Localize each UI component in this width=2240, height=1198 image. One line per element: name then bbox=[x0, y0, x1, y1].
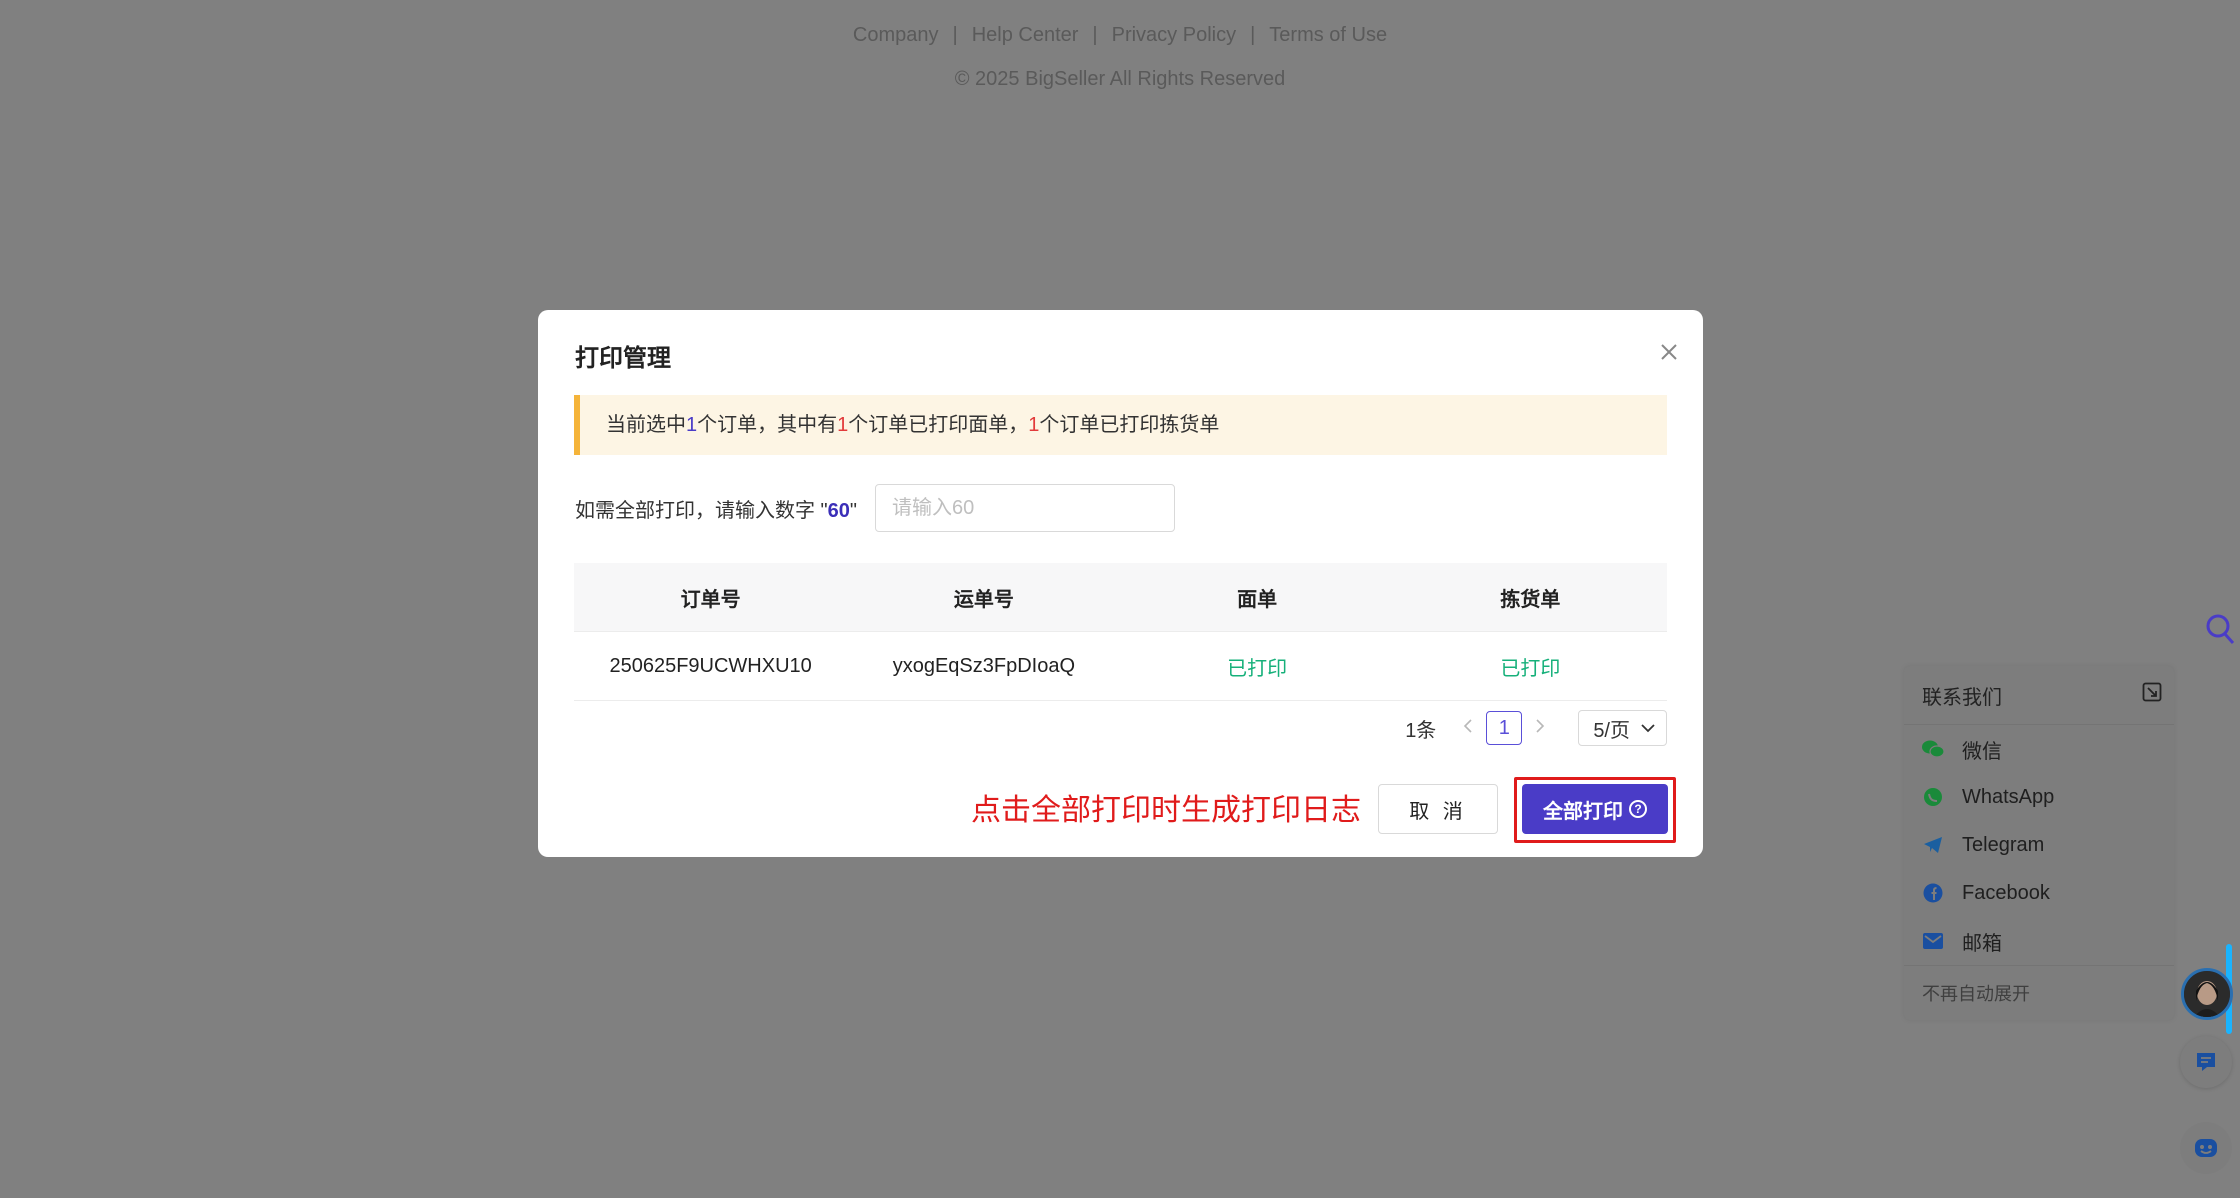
notice-text: 当前选中 bbox=[606, 414, 686, 436]
contact-item-wechat[interactable]: 微信 bbox=[1904, 725, 2174, 773]
column-header-waybill: 面单 bbox=[1237, 588, 1278, 611]
confirm-label-suffix: " bbox=[849, 499, 858, 522]
footer-separator: | bbox=[1092, 24, 1098, 46]
column-header-tracking-no: 运单号 bbox=[953, 588, 1014, 611]
contact-header: 联系我们 bbox=[1904, 666, 2174, 725]
confirm-label: 如需全部打印，请输入数字 "60" bbox=[575, 494, 857, 523]
contact-panel: 联系我们 微信 WhatsApp Telegram Facebook 邮箱 不再… bbox=[1904, 666, 2174, 1020]
print-all-label: 全部打印 bbox=[1543, 800, 1623, 823]
waybill-status: 已打印 bbox=[1227, 657, 1288, 680]
contact-item-email[interactable]: 邮箱 bbox=[1904, 917, 2174, 965]
contact-item-telegram[interactable]: Telegram bbox=[1904, 821, 2174, 869]
collapse-icon[interactable] bbox=[2142, 682, 2162, 708]
support-agent-avatar[interactable] bbox=[2181, 968, 2233, 1020]
notice-text: 个订单，其中有 bbox=[697, 414, 838, 436]
notice-picking-count: 1 bbox=[1028, 414, 1040, 436]
mail-icon bbox=[1922, 930, 1944, 952]
pagination: 1条 1 5/页 bbox=[1405, 710, 1667, 746]
chevron-right-icon[interactable] bbox=[1526, 717, 1554, 740]
contact-label: Telegram bbox=[1962, 833, 2045, 856]
notice-text: 个订单已打印面单， bbox=[848, 414, 1029, 436]
search-icon[interactable] bbox=[2205, 612, 2235, 646]
footer-link-privacy-policy[interactable]: Privacy Policy bbox=[1112, 24, 1236, 46]
telegram-icon bbox=[1922, 834, 1944, 856]
tracking-no-cell: yxogEqSz3FpDIoaQ bbox=[892, 654, 1076, 677]
picking-status: 已打印 bbox=[1500, 657, 1561, 680]
page-number-current[interactable]: 1 bbox=[1486, 711, 1523, 745]
column-header-order-no: 订单号 bbox=[680, 588, 741, 611]
pagination-total: 1条 bbox=[1405, 719, 1437, 742]
contact-label: 邮箱 bbox=[1962, 932, 2002, 955]
notice-text: 个订单已打印拣货单 bbox=[1039, 414, 1220, 436]
footer-link-terms-of-use[interactable]: Terms of Use bbox=[1269, 24, 1387, 46]
footer-link-help-center[interactable]: Help Center bbox=[972, 24, 1079, 46]
contact-label: WhatsApp bbox=[1962, 785, 2055, 808]
orders-table: 订单号 运单号 面单 拣货单 250625F9UCWHXU10 yxogEqSz… bbox=[574, 563, 1667, 701]
contact-label: 微信 bbox=[1962, 740, 2002, 763]
contact-label: Facebook bbox=[1962, 881, 2050, 904]
confirm-number-input[interactable] bbox=[875, 484, 1176, 532]
wechat-icon bbox=[1922, 738, 1944, 760]
footer-separator: | bbox=[952, 24, 958, 46]
notice-selected-count: 1 bbox=[686, 414, 698, 436]
chevron-left-icon[interactable] bbox=[1454, 717, 1482, 740]
annotation-text: 点击全部打印时生成打印日志 bbox=[971, 794, 1361, 827]
chevron-down-icon bbox=[1641, 724, 1655, 733]
chat-icon[interactable] bbox=[2180, 1036, 2232, 1088]
table-row: 250625F9UCWHXU10 yxogEqSz3FpDIoaQ 已打印 已打… bbox=[574, 632, 1667, 701]
facebook-icon bbox=[1922, 882, 1944, 904]
print-all-button[interactable]: 全部打印 ? bbox=[1522, 784, 1668, 834]
contact-item-whatsapp[interactable]: WhatsApp bbox=[1904, 773, 2174, 821]
close-icon[interactable] bbox=[1657, 340, 1681, 364]
print-management-modal: 打印管理 当前选中1个订单，其中有1个订单已打印面单，1个订单已打印拣货单 如需… bbox=[538, 310, 1703, 857]
footer-separator: | bbox=[1250, 24, 1256, 46]
confirm-label-prefix: 如需全部打印，请输入数字 " bbox=[575, 499, 828, 522]
selection-notice: 当前选中1个订单，其中有1个订单已打印面单，1个订单已打印拣货单 bbox=[574, 395, 1667, 455]
confirm-number-row: 如需全部打印，请输入数字 "60" bbox=[575, 484, 1176, 532]
notice-waybill-count: 1 bbox=[837, 414, 849, 436]
order-no-cell: 250625F9UCWHXU10 bbox=[609, 654, 812, 677]
assistant-bot-icon[interactable] bbox=[2180, 1122, 2232, 1174]
contact-item-facebook[interactable]: Facebook bbox=[1904, 869, 2174, 917]
copyright-text: © 2025 BigSeller All Rights Reserved bbox=[954, 68, 1286, 90]
page-size-value: 5/页 bbox=[1593, 719, 1630, 742]
whatsapp-icon bbox=[1922, 786, 1944, 808]
question-circle-icon: ? bbox=[1629, 800, 1647, 818]
footer-links: Company | Help Center | Privacy Policy | Terms… bbox=[0, 24, 2240, 47]
column-header-picking-list: 拣货单 bbox=[1500, 588, 1561, 611]
no-auto-expand-link[interactable]: 不再自动展开 bbox=[1904, 965, 2174, 1020]
contact-title: 联系我们 bbox=[1922, 686, 2002, 709]
footer-link-company[interactable]: Company bbox=[853, 24, 939, 46]
table-header: 订单号 运单号 面单 拣货单 bbox=[574, 563, 1667, 632]
page-size-select[interactable]: 5/页 bbox=[1578, 710, 1667, 746]
cancel-button[interactable]: 取 消 bbox=[1378, 784, 1498, 834]
confirm-number: 60 bbox=[827, 499, 850, 522]
modal-title: 打印管理 bbox=[575, 345, 671, 372]
